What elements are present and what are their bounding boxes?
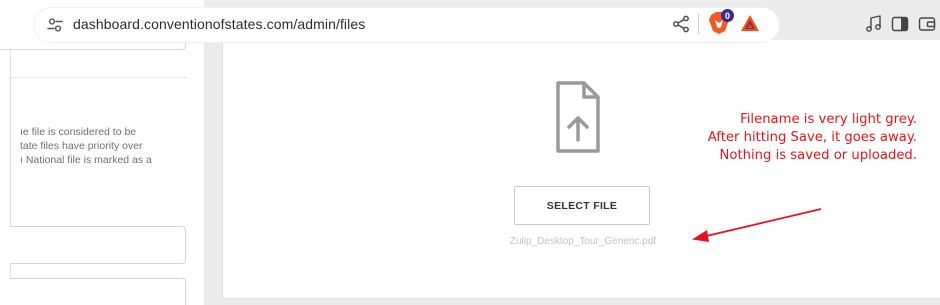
site-settings-icon[interactable] [47,17,63,33]
panel-border [10,44,11,305]
form-field[interactable] [10,278,186,305]
screen: ıe file is considered to be tate files h… [0,0,940,305]
sidebar-toggle-icon[interactable] [891,15,909,33]
url-text[interactable]: dashboard.conventionofstates.com/admin/f… [73,16,365,32]
bat-rewards-icon[interactable] [740,14,760,32]
share-icon[interactable] [672,15,690,33]
media-icon[interactable] [865,15,883,33]
wallet-icon[interactable] [918,15,936,33]
file-priority-help-text: ıe file is considered to be tate files h… [20,126,152,166]
form-field[interactable] [10,226,186,264]
file-upload-icon [556,81,600,153]
section-divider [11,77,187,78]
selected-filename: Zulip_Desktop_Tour_Generic.pdf [509,236,657,247]
toolbar-separator [698,14,699,34]
annotation-note: Filename is very light grey. After hitti… [707,112,917,163]
browser-toolbar: dashboard.conventionofstates.com/admin/f… [0,0,940,50]
file-upload-card [222,40,940,299]
select-file-button[interactable]: SELECT FILE [514,186,650,225]
shields-count-badge: 0 [721,9,734,22]
